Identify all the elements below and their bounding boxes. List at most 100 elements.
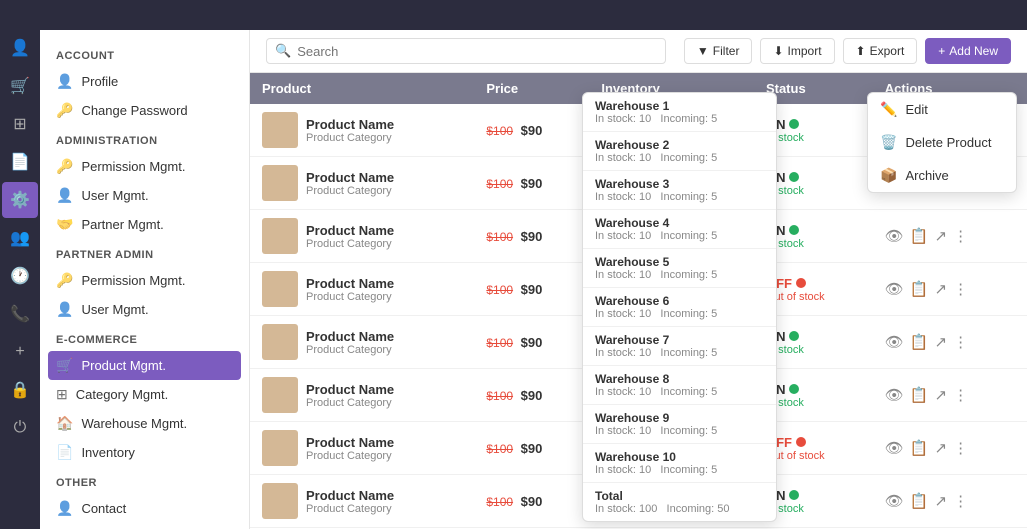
sidebar-icon-lock[interactable]: 🔒 [2, 372, 38, 408]
sidebar-icon-add-user[interactable]: 👤 [2, 30, 38, 66]
nav-label-user-mgmt: User Mgmt. [81, 188, 148, 203]
more-icon-3[interactable]: ⋮ [953, 280, 968, 298]
sidebar-icon-plus[interactable]: + [2, 334, 38, 370]
more-icon-5[interactable]: ⋮ [953, 386, 968, 404]
nav-item-pa-user[interactable]: 👤 User Mgmt. [40, 295, 249, 324]
filter-button[interactable]: ▼ Filter [684, 38, 753, 64]
import-icon: ⬇ [773, 44, 783, 58]
add-new-button[interactable]: + Add New [925, 38, 1011, 64]
inventory-link-6[interactable]: 10 Warehouses [601, 441, 692, 456]
table-row: Product Name Product Category $100 $90 1… [250, 157, 1027, 210]
nav-item-inventory[interactable]: 📄 Inventory [40, 438, 249, 467]
more-icon-1[interactable]: ⋮ [953, 174, 968, 192]
copy-icon-0[interactable]: 📋 [910, 121, 929, 139]
sidebar-icon-phone[interactable]: 📞 [2, 296, 38, 332]
nav-item-user-mgmt[interactable]: 👤 User Mgmt. [40, 181, 249, 210]
ecommerce-section-title: E-COMMERCE [40, 324, 249, 351]
nav-item-permission-mgmt[interactable]: 🔑 Permission Mgmt. [40, 152, 249, 181]
view-icon-6[interactable]: 👁 [885, 439, 904, 457]
inventory-link-1[interactable]: 10 Warehouses [601, 176, 692, 191]
nav-item-product-mgmt[interactable]: 🛒 Product Mgmt. [48, 351, 241, 380]
product-cell-4: Product Name Product Category [250, 316, 474, 369]
status-text-2: In stock [766, 238, 861, 250]
view-icon-7[interactable]: 👁 [885, 492, 904, 510]
more-icon-0[interactable]: ⋮ [953, 121, 968, 139]
inventory-link-0[interactable]: 10 Warehouses [601, 123, 692, 138]
inventory-link-7[interactable]: 5 Warehouses [601, 494, 684, 509]
import-button[interactable]: ⬇ Import [760, 38, 834, 64]
more-icon-7[interactable]: ⋮ [953, 492, 968, 510]
share-icon-4[interactable]: ↗ [935, 333, 948, 351]
sidebar-icon-logout[interactable]: ⏻ [2, 410, 38, 446]
inventory-link-4[interactable]: 10 Warehouses [601, 335, 692, 350]
inventory-link-3[interactable]: 10 Warehouses [601, 282, 692, 297]
share-icon-7[interactable]: ↗ [935, 492, 948, 510]
account-section-title: ACCOUNT [40, 40, 249, 67]
inventory-link-5[interactable]: 10 Warehouses [601, 388, 692, 403]
status-text-5: In stock [766, 397, 861, 409]
product-thumb-7 [262, 483, 298, 519]
more-icon-6[interactable]: ⋮ [953, 439, 968, 457]
nav-item-warehouse-mgmt[interactable]: 🏠 Warehouse Mgmt. [40, 409, 249, 438]
sidebar-icon-shop[interactable]: 🛒 [2, 68, 38, 104]
sidebar-icon-apps[interactable]: ⊞ [2, 106, 38, 142]
product-name-5: Product Name [306, 382, 394, 397]
toolbar-actions: ▼ Filter ⬇ Import ⬆ Export + Add New [684, 38, 1011, 64]
price-cell-1: $100 $90 [474, 157, 589, 210]
nav-item-category-mgmt[interactable]: ⊞ Category Mgmt. [40, 380, 249, 409]
actions-cell-3: 👁 📋 ↗ ⋮ [873, 263, 1027, 316]
inventory-cell-3: 10 Warehouses [589, 263, 754, 316]
nav-label-partner-mgmt: Partner Mgmt. [81, 217, 163, 232]
more-icon-4[interactable]: ⋮ [953, 333, 968, 351]
inventory-link-2[interactable]: 10 Warehouses [601, 229, 692, 244]
copy-icon-3[interactable]: 📋 [910, 280, 929, 298]
share-icon-3[interactable]: ↗ [935, 280, 948, 298]
share-icon-0[interactable]: ↗ [935, 121, 948, 139]
nav-item-contact[interactable]: 👤 Contact [40, 494, 249, 523]
view-icon-4[interactable]: 👁 [885, 333, 904, 351]
share-icon-1[interactable]: ↗ [935, 174, 948, 192]
add-icon: + [938, 44, 945, 58]
nav-label-warehouse-mgmt: Warehouse Mgmt. [81, 416, 187, 431]
nav-item-partner-mgmt[interactable]: 🤝 Partner Mgmt. [40, 210, 249, 239]
status-label-3: OFF [766, 276, 792, 291]
nav-item-change-password[interactable]: 🔑 Change Password [40, 96, 249, 125]
table-row: Product Name Product Category $100 $90 1… [250, 316, 1027, 369]
filter-label: Filter [713, 44, 740, 58]
nav-item-pa-permission[interactable]: 🔑 Permission Mgmt. [40, 266, 249, 295]
copy-icon-1[interactable]: 📋 [910, 174, 929, 192]
sidebar-icon-settings[interactable]: ⚙️ [2, 182, 38, 218]
price-new-6: $90 [521, 441, 543, 456]
copy-icon-5[interactable]: 📋 [910, 386, 929, 404]
copy-icon-2[interactable]: 📋 [910, 227, 929, 245]
copy-icon-4[interactable]: 📋 [910, 333, 929, 351]
view-icon-1[interactable]: 👁 [885, 174, 904, 192]
status-cell-7: ON In stock [754, 475, 873, 528]
main-content: 🔍 ▼ Filter ⬇ Import ⬆ Export + Add New [250, 30, 1027, 529]
perm-icon: 🔑 [56, 158, 73, 175]
view-icon-3[interactable]: 👁 [885, 280, 904, 298]
status-text-3: Out of stock [766, 291, 861, 303]
view-icon-2[interactable]: 👁 [885, 227, 904, 245]
inventory-cell-5: 10 Warehouses [589, 369, 754, 422]
partner-admin-section-title: PARTNER ADMIN [40, 239, 249, 266]
view-icon-0[interactable]: 👁 [885, 121, 904, 139]
sidebar-icon-clock[interactable]: 🕐 [2, 258, 38, 294]
export-button[interactable]: ⬆ Export [843, 38, 918, 64]
share-icon-6[interactable]: ↗ [935, 439, 948, 457]
table-row: Product Name Product Category $100 $90 5… [250, 475, 1027, 528]
copy-icon-7[interactable]: 📋 [910, 492, 929, 510]
share-icon-2[interactable]: ↗ [935, 227, 948, 245]
search-input[interactable] [297, 44, 657, 59]
sidebar-icon-people[interactable]: 👥 [2, 220, 38, 256]
nav-item-profile[interactable]: 👤 Profile [40, 67, 249, 96]
price-old-7: $100 [486, 495, 513, 509]
search-box[interactable]: 🔍 [266, 38, 666, 64]
sidebar-icon-document[interactable]: 📄 [2, 144, 38, 180]
view-icon-5[interactable]: 👁 [885, 386, 904, 404]
status-text-0: In stock [766, 132, 861, 144]
copy-icon-6[interactable]: 📋 [910, 439, 929, 457]
more-icon-2[interactable]: ⋮ [953, 227, 968, 245]
share-icon-5[interactable]: ↗ [935, 386, 948, 404]
nav-label-contact: Contact [81, 501, 126, 516]
